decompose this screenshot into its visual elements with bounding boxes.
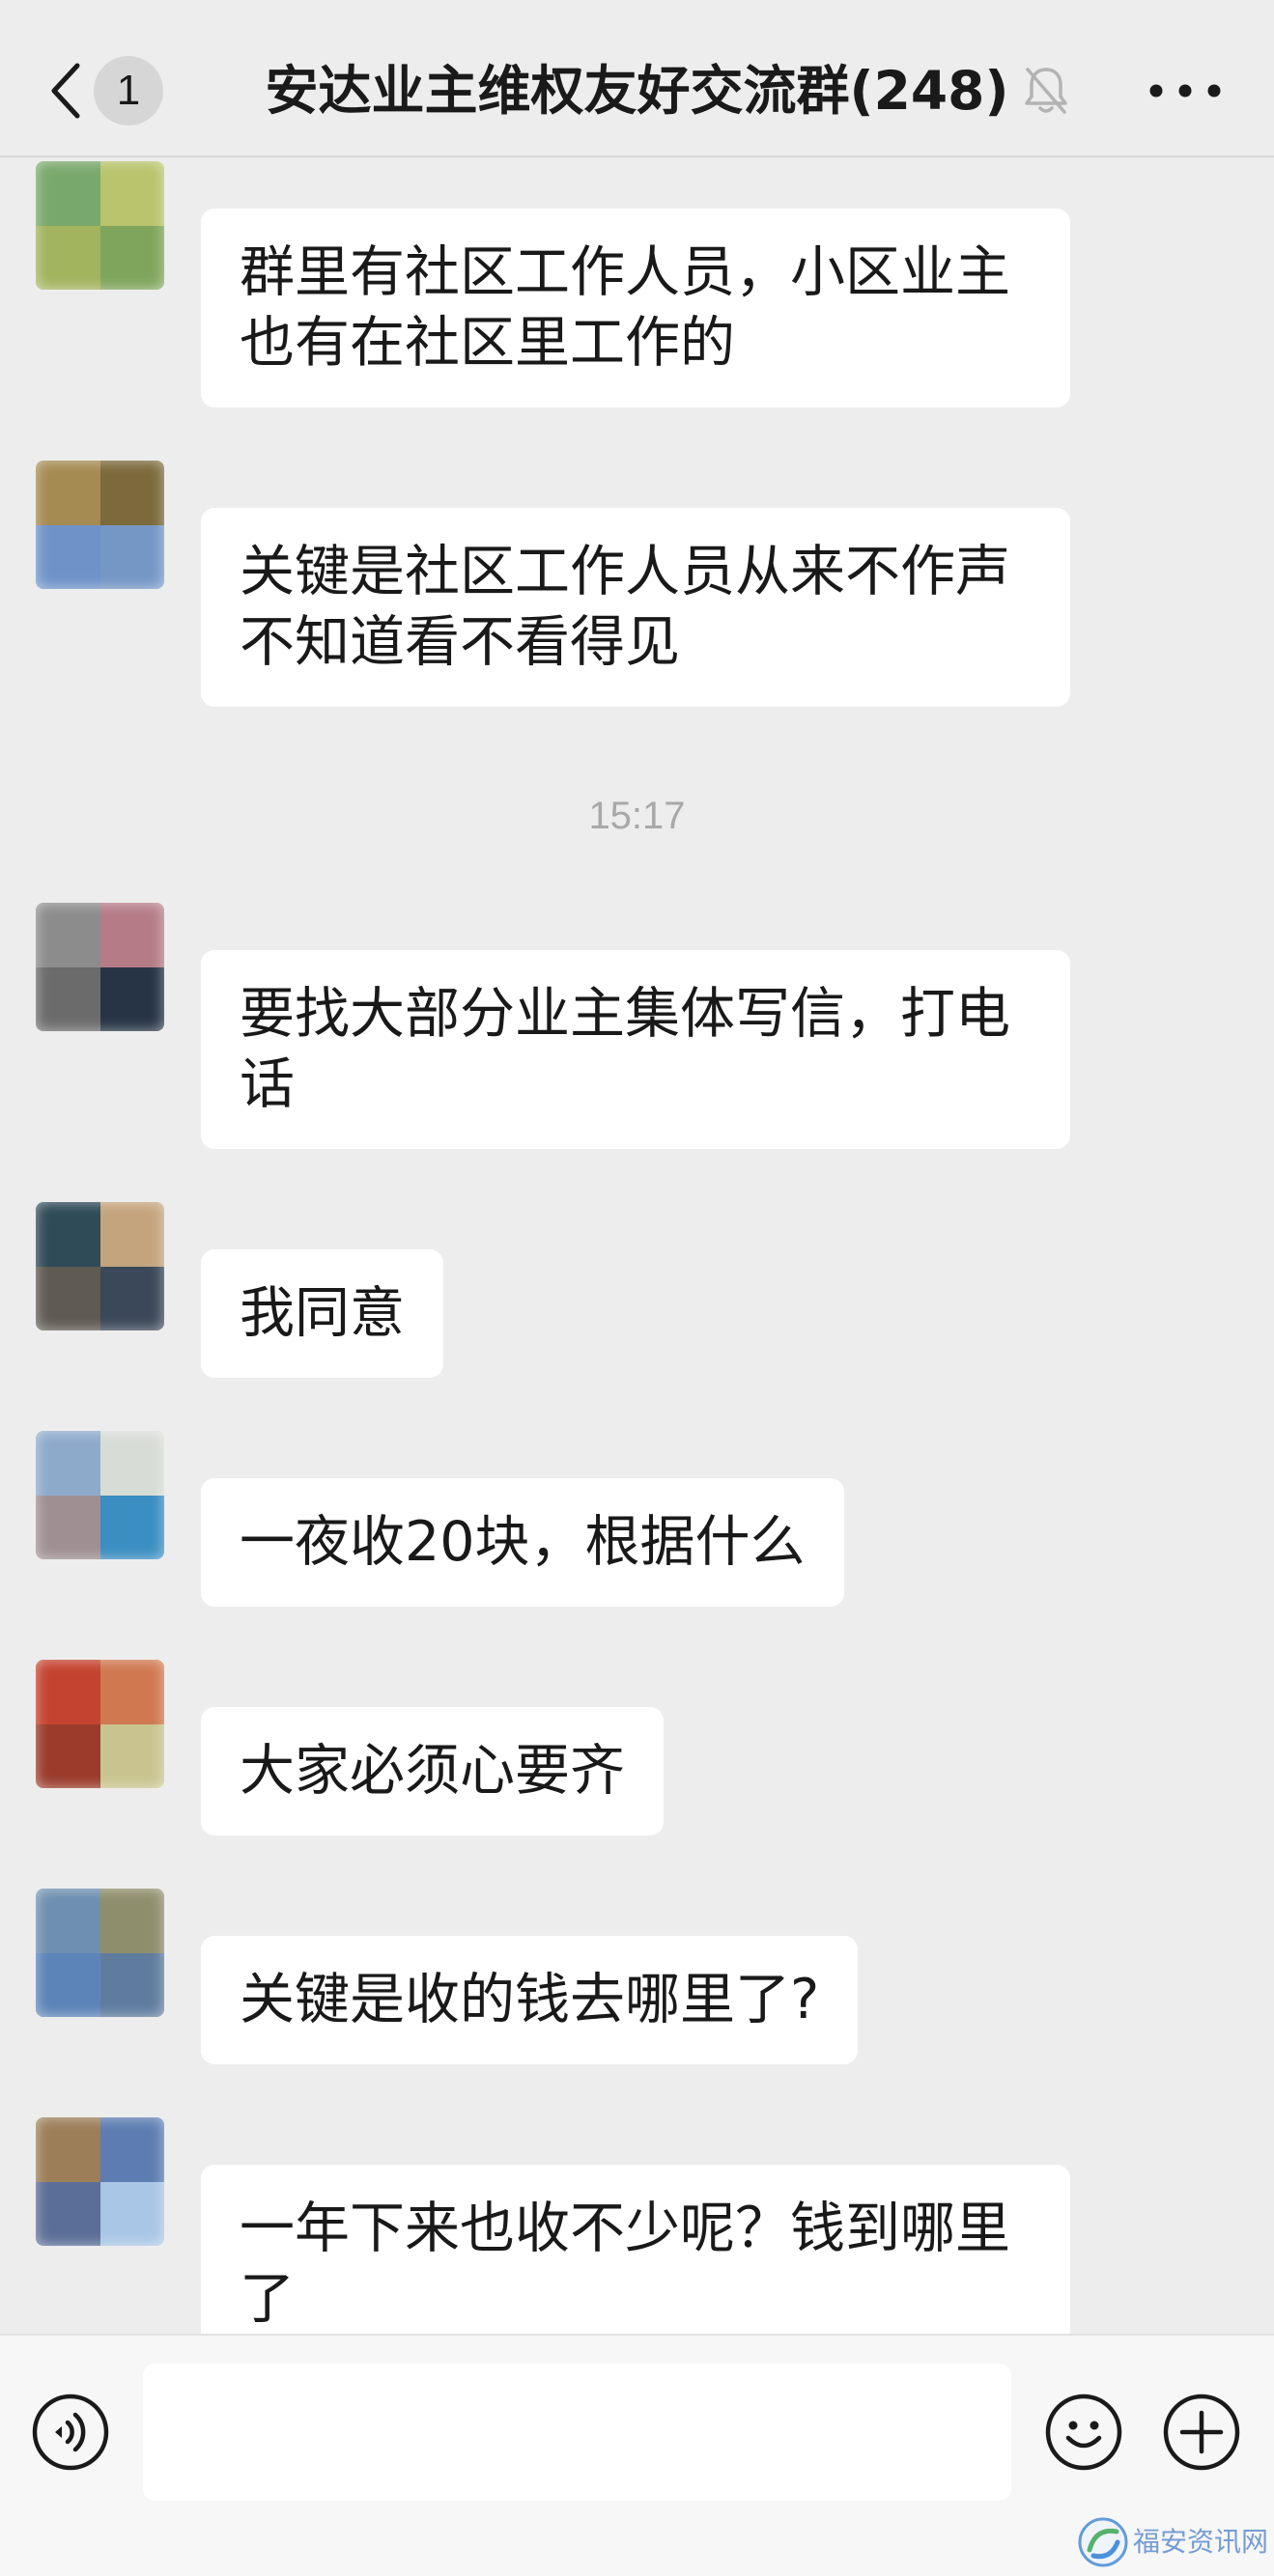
avatar-mosaic-tile [99,161,164,226]
avatar[interactable] [36,1202,164,1330]
message-row: 关键是收的钱去哪里了? [0,1889,1274,2064]
message-bubble[interactable]: 一年下来也收不少呢？钱到哪里了 [201,2165,1070,2334]
message-bubble[interactable]: 关键是社区工作人员从来不作声不知道看不看得见 [201,508,1070,707]
avatar-mosaic-tile [99,966,164,1031]
avatar-mosaic-tile [99,524,164,589]
message-row: 我同意 [0,1202,1274,1378]
avatar-mosaic-tile [99,1660,164,1724]
avatar-mosaic-tile [99,1495,164,1559]
avatar-mosaic-tile [99,1952,164,2017]
avatar[interactable] [36,1431,164,1559]
watermark-text: 福安资讯网 [1132,2526,1268,2558]
voice-icon[interactable] [31,2393,110,2472]
avatar-mosaic-tile [99,903,164,967]
watermark: 福安资讯网 [1077,2516,1268,2568]
message-row: 关键是社区工作人员从来不作声不知道看不看得见 [0,461,1274,707]
avatar-mosaic-tile [36,1202,100,1267]
avatar-mosaic-tile [99,2181,164,2246]
message-row: 一夜收20块，根据什么 [0,1431,1274,1607]
avatar[interactable] [36,161,164,290]
avatar-mosaic-tile [36,903,100,967]
chat-screen: 1 安达业主维权友好交流群(248) 群里有社区工作人员，小区业主也有在社区里工… [0,0,1274,2576]
avatar[interactable] [36,903,164,1031]
avatar-mosaic-tile [99,1266,164,1330]
message-bubble[interactable]: 一夜收20块，根据什么 [201,1478,844,1607]
chat-header: 1 安达业主维权友好交流群(248) [0,0,1274,157]
plus-icon[interactable] [1162,2393,1241,2472]
avatar-mosaic-tile [36,1495,100,1559]
message-bubble[interactable]: 要找大部分业主集体写信，打电话 [201,950,1070,1149]
message-row: 群里有社区工作人员，小区业主也有在社区里工作的 [0,161,1274,407]
watermark-logo-icon [1078,2517,1128,2567]
avatar-mosaic-tile [36,1952,100,2017]
avatar-mosaic-tile [36,461,100,525]
message-input[interactable] [143,2364,1011,2501]
message-row: 一年下来也收不少呢？钱到哪里了 [0,2117,1274,2334]
message-bubble[interactable]: 大家必须心要齐 [201,1707,664,1835]
message-bubble[interactable]: 关键是收的钱去哪里了? [201,1936,859,2064]
avatar-mosaic-tile [36,1723,100,1788]
avatar[interactable] [36,2117,164,2246]
avatar-mosaic-tile [36,1889,100,1953]
message-row: 大家必须心要齐 [0,1660,1274,1835]
more-dots-icon[interactable] [1148,77,1222,104]
avatar-mosaic-tile [99,461,164,525]
avatar-mosaic-tile [99,1723,164,1788]
avatar-mosaic-tile [36,1431,100,1496]
avatar-mosaic-tile [36,524,100,589]
avatar-mosaic-tile [36,2181,100,2246]
avatar-mosaic-tile [99,2117,164,2182]
avatar[interactable] [36,1889,164,2017]
avatar-mosaic-tile [36,966,100,1031]
message-bubble[interactable]: 群里有社区工作人员，小区业主也有在社区里工作的 [201,209,1070,407]
message-bubble[interactable]: 我同意 [201,1249,443,1378]
avatar[interactable] [36,461,164,589]
avatar[interactable] [36,1660,164,1788]
bell-slash-icon [1025,68,1067,114]
message-list[interactable]: 群里有社区工作人员，小区业主也有在社区里工作的 关键是社区工作人员从来不作声不知… [0,157,1274,2334]
avatar-mosaic-tile [99,225,164,290]
avatar-mosaic-tile [36,161,100,226]
avatar-mosaic-tile [99,1889,164,1953]
emoji-icon[interactable] [1044,2393,1123,2472]
message-row: 要找大部分业主集体写信，打电话 [0,903,1274,1149]
time-divider: 15:17 [588,795,686,837]
avatar-mosaic-tile [36,2117,100,2182]
chat-title: 安达业主维权友好交流群(248) [265,60,1009,122]
avatar-mosaic-tile [36,1266,100,1330]
avatar-mosaic-tile [36,1660,100,1724]
avatar-mosaic-tile [99,1431,164,1496]
avatar-mosaic-tile [36,225,100,290]
avatar-mosaic-tile [99,1202,164,1267]
